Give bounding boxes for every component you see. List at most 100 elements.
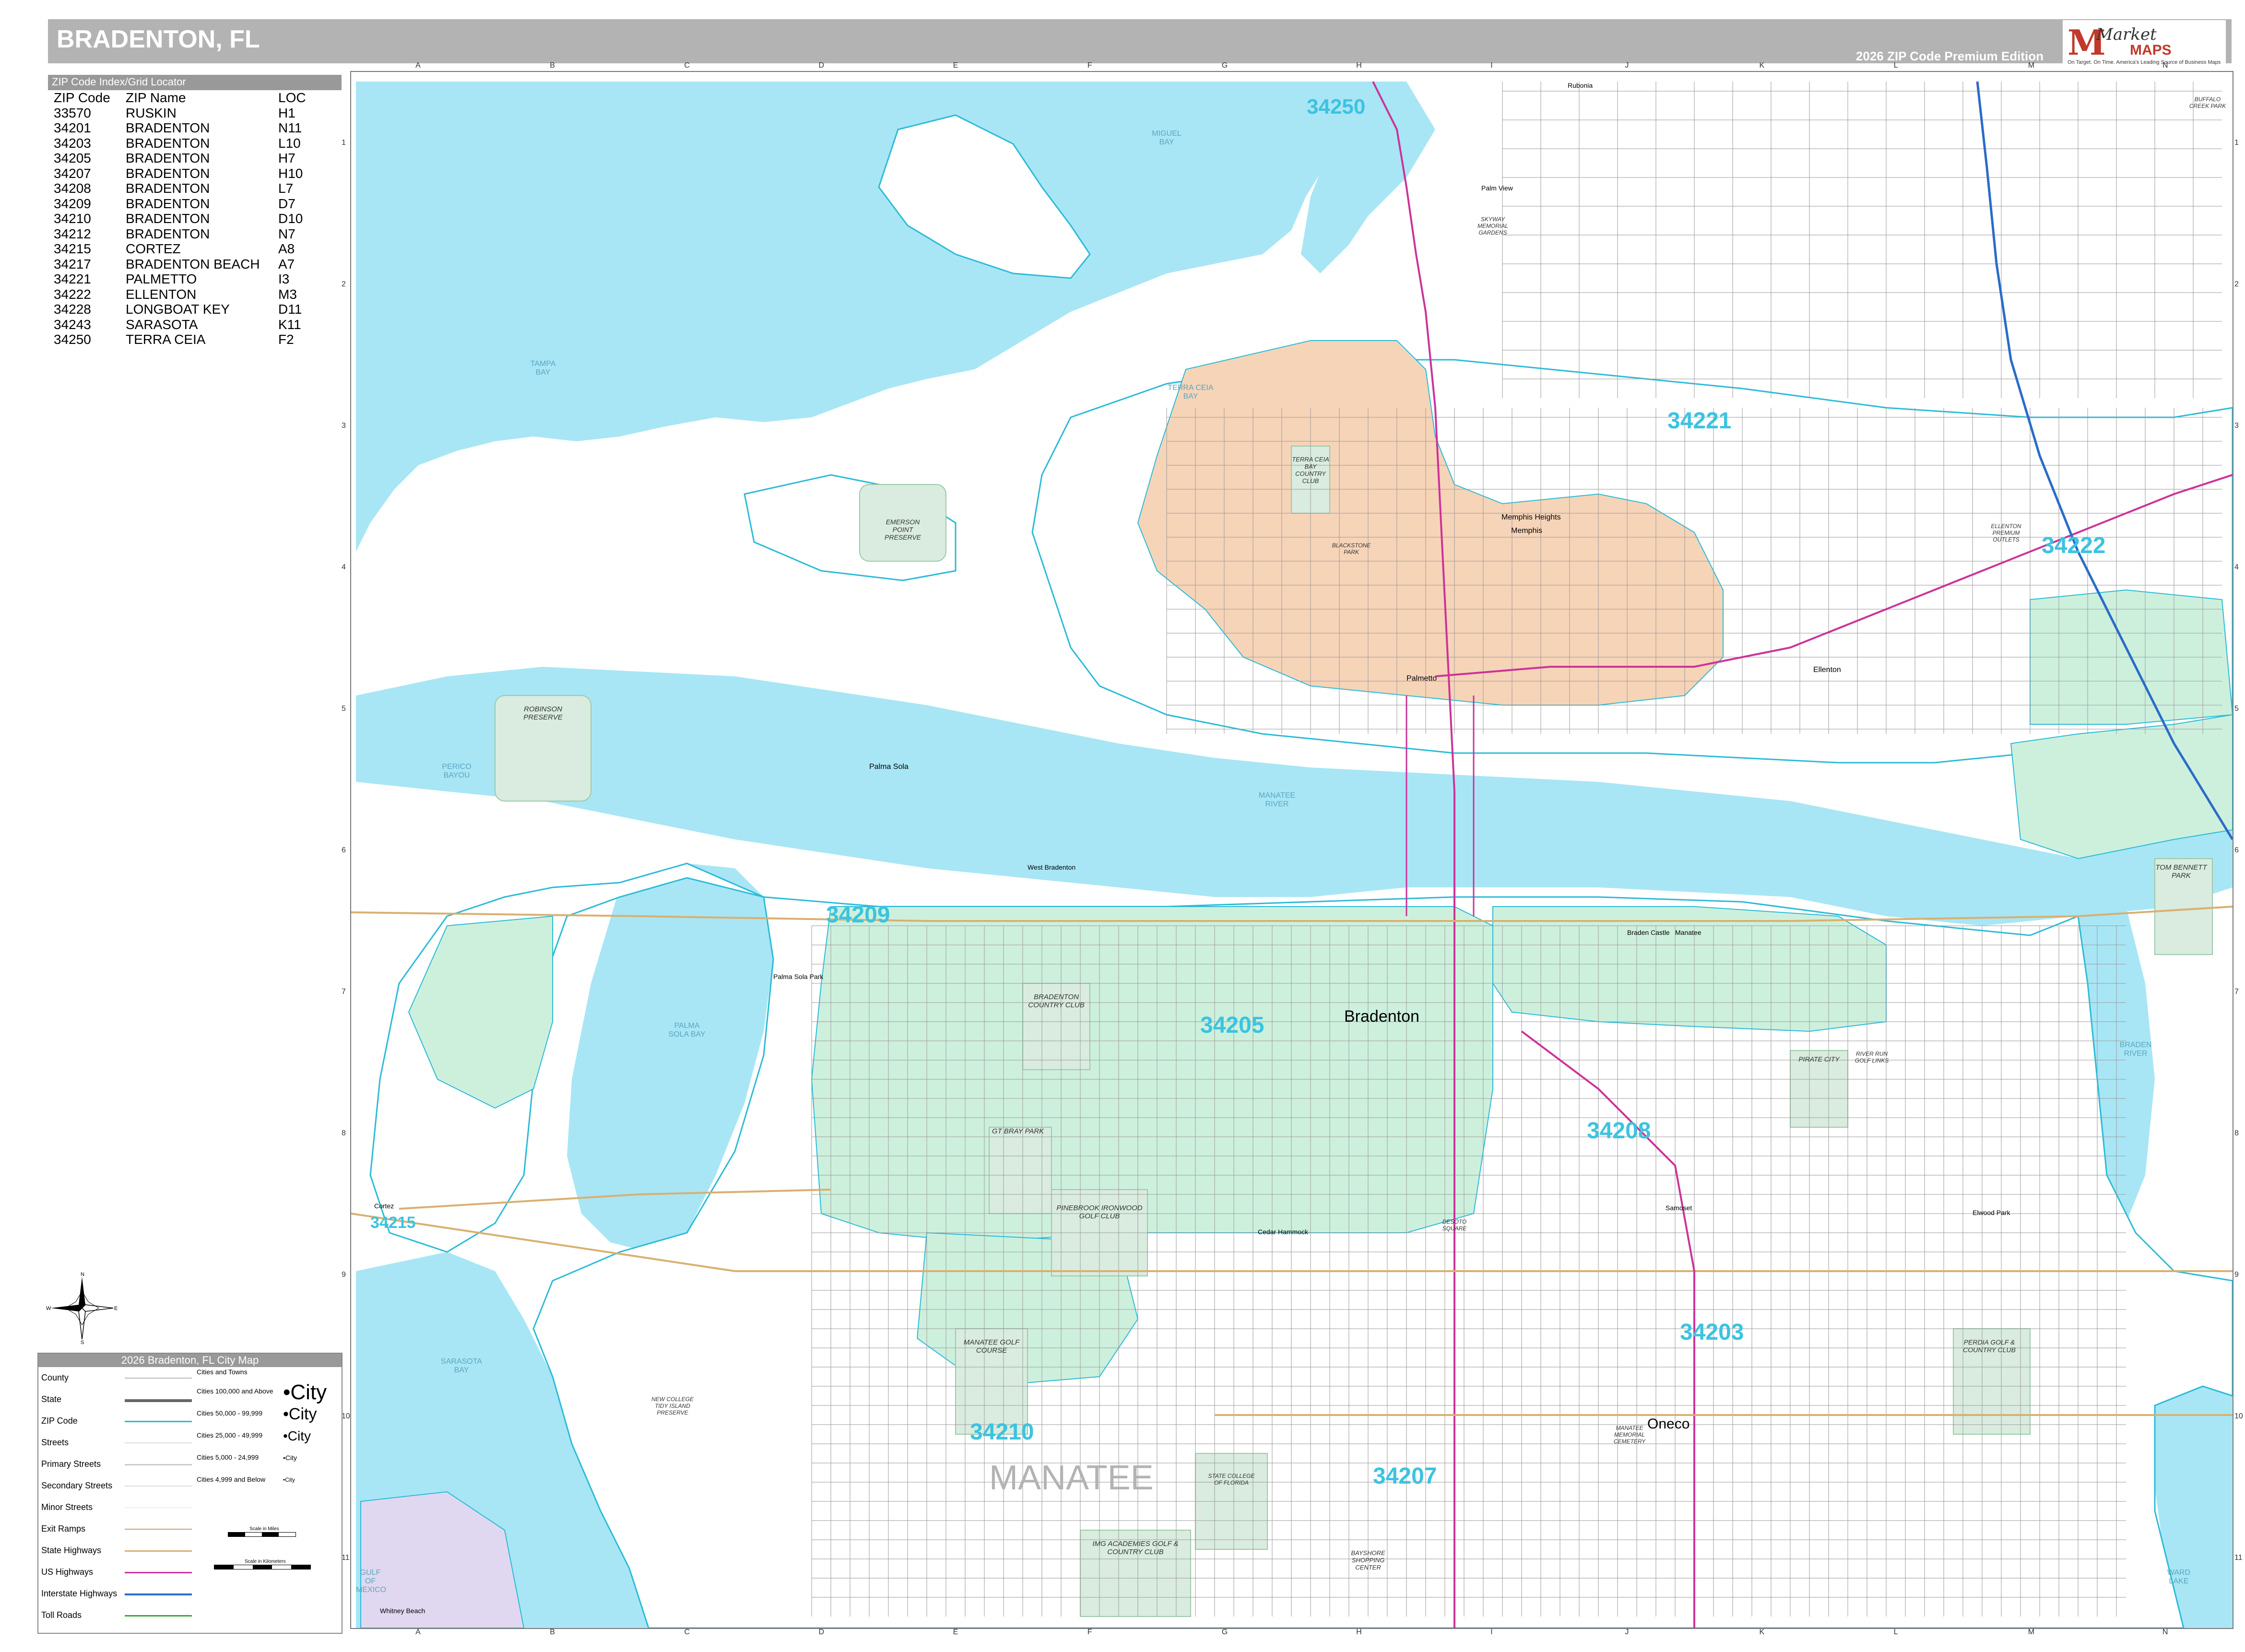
place-manatee-small[interactable]: Manatee [1675,929,1701,936]
park-gt-bray[interactable]: GT BRAY PARK [989,1127,1047,1135]
park-desoto-square[interactable]: DESOTO SQUARE [1435,1218,1474,1232]
zip-name-cell: BRADENTON [126,226,210,241]
place-palmetto[interactable]: Palmetto [1406,674,1437,683]
zip-index-row[interactable]: 34210 BRADENTON D10 [48,211,342,226]
zip-label-34222[interactable]: 34222 [2042,532,2105,559]
grid-col-label: K [1759,1628,1765,1636]
park-bayshore-center[interactable]: BAYSHORE SHOPPING CENTER [1339,1549,1397,1571]
park-tom-bennett[interactable]: TOM BENNETT PARK [2155,863,2208,880]
place-ellenton[interactable]: Ellenton [1813,666,1841,674]
place-whitney-beach[interactable]: Whitney Beach [380,1607,425,1615]
zip-label-34215[interactable]: 34215 [370,1214,416,1232]
park-skyway-memorial[interactable]: SKYWAY MEMORIAL GARDENS [1474,216,1512,236]
place-elwood-park[interactable]: Elwood Park [1973,1209,2010,1216]
place-west-bradenton[interactable]: West Bradenton [1028,863,1075,871]
zip-label-34209[interactable]: 34209 [826,902,890,928]
place-rubonia[interactable]: Rubonia [1568,82,1593,89]
zip-index-row[interactable]: 33570 RUSKIN H1 [48,106,342,121]
zip-index-row[interactable]: 34250 TERRA CEIA F2 [48,332,342,347]
park-ellenton-outlets[interactable]: ELLENTON PREMIUM OUTLETS [1987,523,2025,543]
place-samoset[interactable]: Samoset [1666,1204,1692,1212]
legend-swatch [125,1421,192,1422]
place-palma-sola-park[interactable]: Palma Sola Park [773,973,823,980]
grid-col-label: M [2028,61,2035,70]
legend-scale-miles: Scale in Miles [249,1526,279,1532]
zip-index-row[interactable]: 34222 ELLENTON M3 [48,287,342,302]
zip-name-cell: CORTEZ [126,241,181,256]
park-blackstone[interactable]: BLACKSTONE PARK [1330,542,1373,555]
legend-item-label: Minor Streets [41,1502,93,1512]
place-oneco[interactable]: Oneco [1647,1416,1690,1432]
grid-col-label: F [1087,61,1092,70]
park-river-run-golf[interactable]: RIVER RUN GOLF LINKS [1853,1050,1891,1064]
legend-city-class: Cities 5,000 - 24,999 [197,1453,259,1461]
park-emerson-point[interactable]: EMERSON POINT PRESERVE [879,518,927,541]
zip-index-row[interactable]: 34203 BRADENTON L10 [48,136,342,151]
compass-s: S [81,1340,84,1344]
park-state-college[interactable]: STATE COLLEGE OF FLORIDA [1205,1473,1258,1486]
zip-name-cell: BRADENTON [126,120,210,135]
zip-name-cell: SARASOTA [126,317,198,332]
grid-col-label: L [1893,61,1898,70]
zip-label-34208[interactable]: 34208 [1587,1118,1651,1144]
park-pinebrook[interactable]: PINEBROOK IRONWOOD GOLF CLUB [1052,1204,1147,1220]
compass-rose-icon: N S E W [46,1272,118,1344]
grid-col-label: J [1625,1628,1629,1636]
place-cortez[interactable]: Cortez [374,1202,394,1210]
zip-label-34203[interactable]: 34203 [1680,1319,1744,1345]
place-manatee[interactable]: MANATEE [989,1458,1154,1498]
park-new-college[interactable]: NEW COLLEGE TIDY ISLAND PRESERVE [649,1396,697,1416]
map-canvas[interactable] [351,72,2234,1629]
zip-code-cell: 34201 [54,120,91,135]
park-terra-ceia-cc[interactable]: TERRA CEIA BAY COUNTRY CLUB [1291,456,1330,484]
zip-index-row[interactable]: 34201 BRADENTON N11 [48,120,342,136]
place-palm-view[interactable]: Palm View [1481,184,1513,192]
park-manatee-golf[interactable]: MANATEE GOLF COURSE [956,1338,1028,1355]
park-buffalo-creek[interactable]: BUFFALO CREEK PARK [2188,96,2227,109]
grid-row-label: 6 [2234,846,2239,854]
grid-row-label: 2 [2234,280,2239,289]
park-bradenton-cc[interactable]: BRADENTON COUNTRY CLUB [1023,993,1090,1009]
legend-item-label: Primary Streets [41,1459,101,1469]
col-header: ZIP Name [126,90,186,105]
zip-index-row[interactable]: 34207 BRADENTON H10 [48,166,342,181]
zip-label-34210[interactable]: 34210 [970,1419,1034,1445]
zip-label-34207[interactable]: 34207 [1373,1463,1437,1489]
grid-row-label: 5 [342,705,346,713]
grid-col-label: G [1221,1628,1228,1636]
zip-label-34221[interactable]: 34221 [1667,408,1731,434]
park-perdia-golf[interactable]: PERDIA GOLF & COUNTRY CLUB [1953,1338,2025,1354]
grid-row-label: 4 [2234,563,2239,572]
park-pirate-city[interactable]: PIRATE CITY [1795,1055,1843,1063]
legend-swatch [125,1507,192,1508]
zip-index-row[interactable]: 34205 BRADENTON H7 [48,151,342,166]
zip-index-header-row: ZIP Code ZIP Name LOC [48,90,342,106]
park-manatee-cemetery[interactable]: MANATEE MEMORIAL CEMETERY [1608,1425,1651,1445]
zip-index-row[interactable]: 34243 SARASOTA K11 [48,317,342,332]
water-sarasota-bay: SARASOTA BAY [441,1357,482,1374]
place-cedar-hammock[interactable]: Cedar Hammock [1258,1228,1308,1236]
zip-label-34250[interactable]: 34250 [1307,95,1365,119]
map-frame[interactable]: A B C D E F G H I J K L M N A B C D E F G H I J K L M N 1 2 3 4 5 6 7 8 9 1… [342,61,2243,1636]
map-title: BRADENTON, FL [57,25,260,53]
place-palma-sola[interactable]: Palma Sola [869,763,909,771]
zip-index-row[interactable]: 34228 LONGBOAT KEY D11 [48,302,342,317]
place-memphis[interactable]: Memphis [1511,527,1542,535]
grid-row-label: 7 [342,987,346,996]
place-bradenton[interactable]: Bradenton [1344,1007,1419,1026]
park-robinson-preserve[interactable]: ROBINSON PRESERVE [514,705,572,721]
grid-row-label: 8 [342,1129,346,1137]
place-memphis-heights[interactable]: Memphis Heights [1501,513,1561,522]
zip-index-row[interactable]: 34221 PALMETTO I3 [48,271,342,287]
zip-label-34205[interactable]: 34205 [1200,1012,1264,1038]
zip-code-cell: 34217 [54,256,91,271]
water-tampa-bay: TAMPA BAY [530,360,556,377]
zip-index-row[interactable]: 34208 BRADENTON L7 [48,181,342,196]
zip-index-row[interactable]: 34209 BRADENTON D7 [48,196,342,212]
park-img-academies[interactable]: IMG ACADEMIES GOLF & COUNTRY CLUB [1090,1540,1181,1556]
zip-index-row[interactable]: 34217 BRADENTON BEACH A7 [48,257,342,272]
zip-index-row[interactable]: 34215 CORTEZ A8 [48,241,342,257]
legend-item-label: US Highways [41,1567,94,1577]
zip-index-row[interactable]: 34212 BRADENTON N7 [48,226,342,242]
place-braden-castle[interactable]: Braden Castle [1627,929,1670,936]
